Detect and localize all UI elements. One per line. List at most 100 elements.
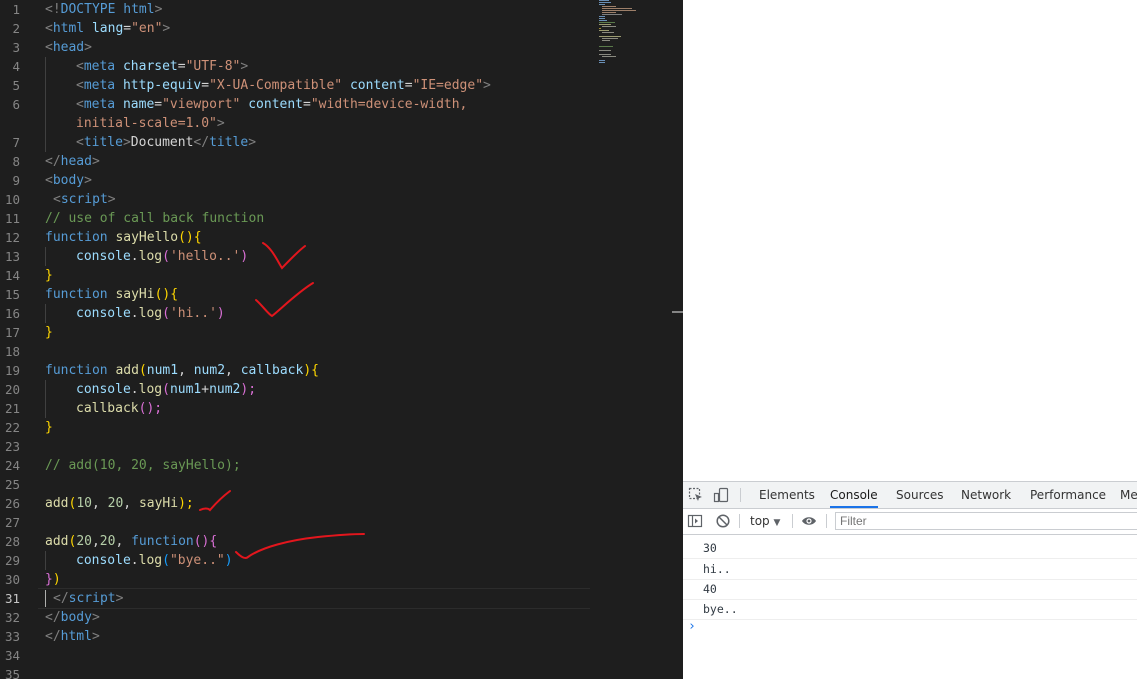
context-label: top xyxy=(750,514,770,528)
minimap[interactable] xyxy=(597,0,667,70)
code-line-wrapped: initial-scale=1.0"> xyxy=(76,116,225,131)
code-editor[interactable]: 1 2 3 4 5 6 7 8 9 10 11 12 13 14 15 16 1… xyxy=(0,0,683,679)
line-number: 20 xyxy=(4,382,20,397)
annotation-checkmark xyxy=(255,282,314,318)
line-number: 13 xyxy=(4,249,20,264)
scrollbar-cursor-marker xyxy=(672,311,683,313)
line-number-active: 31 xyxy=(4,591,20,606)
code-line: }) xyxy=(45,572,61,587)
tab-console[interactable]: Console xyxy=(830,482,878,508)
line-number: 27 xyxy=(4,515,20,530)
line-number: 25 xyxy=(4,477,20,492)
code-line: console.log('hi..') xyxy=(76,306,225,321)
code-line: } xyxy=(45,325,53,340)
tab-sources[interactable]: Sources xyxy=(896,482,943,508)
console-log-text: 30 xyxy=(703,541,717,555)
code-line: function sayHello(){ xyxy=(45,230,202,245)
editor-scrollbar[interactable] xyxy=(670,0,683,679)
line-number: 4 xyxy=(12,59,20,74)
tab-network[interactable]: Network xyxy=(961,482,1011,508)
line-number: 19 xyxy=(4,363,20,378)
code-line: <meta charset="UTF-8"> xyxy=(76,59,249,74)
line-number: 23 xyxy=(4,439,20,454)
line-number: 12 xyxy=(4,230,20,245)
line-number: 14 xyxy=(4,268,20,283)
console-log-text: 40 xyxy=(703,582,717,596)
line-number: 3 xyxy=(12,40,20,55)
code-line: <html lang="en"> xyxy=(45,21,171,36)
tab-separator xyxy=(740,488,741,502)
sidebar-toggle-icon[interactable] xyxy=(687,513,703,529)
code-line: console.log(num1+num2); xyxy=(76,382,257,397)
indent-guide xyxy=(45,551,46,570)
console-log-row: 30 xyxy=(683,538,1137,559)
code-line: </html> xyxy=(45,629,100,644)
line-number: 18 xyxy=(4,344,20,359)
code-line: <title>Document</title> xyxy=(76,135,257,150)
line-number: 11 xyxy=(4,211,20,226)
console-log-row: 40 xyxy=(683,579,1137,600)
line-number: 6 xyxy=(12,97,20,112)
code-line: add(20,20, function(){ xyxy=(45,534,218,549)
line-number: 29 xyxy=(4,553,20,568)
code-line: console.log("bye..") xyxy=(76,553,233,568)
filter-input[interactable] xyxy=(835,512,1137,530)
line-number: 26 xyxy=(4,496,20,511)
tab-memory[interactable]: Me xyxy=(1120,482,1137,508)
code-line: <body> xyxy=(45,173,92,188)
line-number: 15 xyxy=(4,287,20,302)
line-number: 28 xyxy=(4,534,20,549)
annotation-underline-stroke xyxy=(235,533,365,560)
code-line: </body> xyxy=(45,610,100,625)
device-toolbar-icon[interactable] xyxy=(713,487,729,503)
code-line: function sayHi(){ xyxy=(45,287,179,302)
text-cursor xyxy=(45,590,46,607)
console-toolbar: top ▼ xyxy=(683,509,1137,535)
indent-guide xyxy=(45,380,46,418)
annotation-checkmark xyxy=(262,242,306,270)
indent-guide xyxy=(45,57,46,152)
inspect-element-icon[interactable] xyxy=(688,487,704,503)
line-number: 34 xyxy=(4,648,20,663)
code-line: console.log('hello..') xyxy=(76,249,249,264)
line-number: 10 xyxy=(4,192,20,207)
code-line: <head> xyxy=(45,40,92,55)
console-log-row: hi.. xyxy=(683,559,1137,580)
console-log-text: hi.. xyxy=(703,562,731,576)
console-log-text: bye.. xyxy=(703,602,738,616)
code-line: <meta name="viewport" content="width=dev… xyxy=(76,97,468,112)
code-line: callback(); xyxy=(76,401,163,416)
tab-performance[interactable]: Performance xyxy=(1030,482,1106,508)
code-line: function add(num1, num2, callback){ xyxy=(45,363,319,378)
line-number: 1 xyxy=(12,2,20,17)
line-number: 32 xyxy=(4,610,20,625)
console-log-row: bye.. xyxy=(683,599,1137,620)
devtools-tab-bar: Elements Console Sources Network Perform… xyxy=(683,482,1137,509)
clear-console-icon[interactable] xyxy=(715,513,731,529)
context-selector[interactable]: top ▼ xyxy=(750,509,780,534)
toolbar-separator xyxy=(739,514,740,528)
line-number: 2 xyxy=(12,21,20,36)
annotation-checkmark xyxy=(199,490,231,512)
code-line: } xyxy=(45,268,53,283)
line-number: 30 xyxy=(4,572,20,587)
code-line: add(10, 20, sayHi); xyxy=(45,496,194,511)
toolbar-separator xyxy=(792,514,793,528)
line-number: 22 xyxy=(4,420,20,435)
indent-guide xyxy=(45,247,46,266)
code-line: </head> xyxy=(45,154,100,169)
dropdown-arrow-icon: ▼ xyxy=(773,518,781,528)
line-number: 9 xyxy=(12,173,20,188)
line-number: 5 xyxy=(12,78,20,93)
line-number: 16 xyxy=(4,306,20,321)
tab-elements[interactable]: Elements xyxy=(759,482,815,508)
toolbar-separator xyxy=(826,514,827,528)
console-prompt[interactable]: › xyxy=(688,619,696,634)
code-line: <script> xyxy=(53,192,116,207)
code-comment: // use of call back function xyxy=(45,211,265,226)
eye-icon[interactable] xyxy=(801,513,817,529)
code-line: </script> xyxy=(53,591,124,606)
line-number: 8 xyxy=(12,154,20,169)
line-number: 17 xyxy=(4,325,20,340)
devtools-panel: Elements Console Sources Network Perform… xyxy=(683,481,1137,680)
